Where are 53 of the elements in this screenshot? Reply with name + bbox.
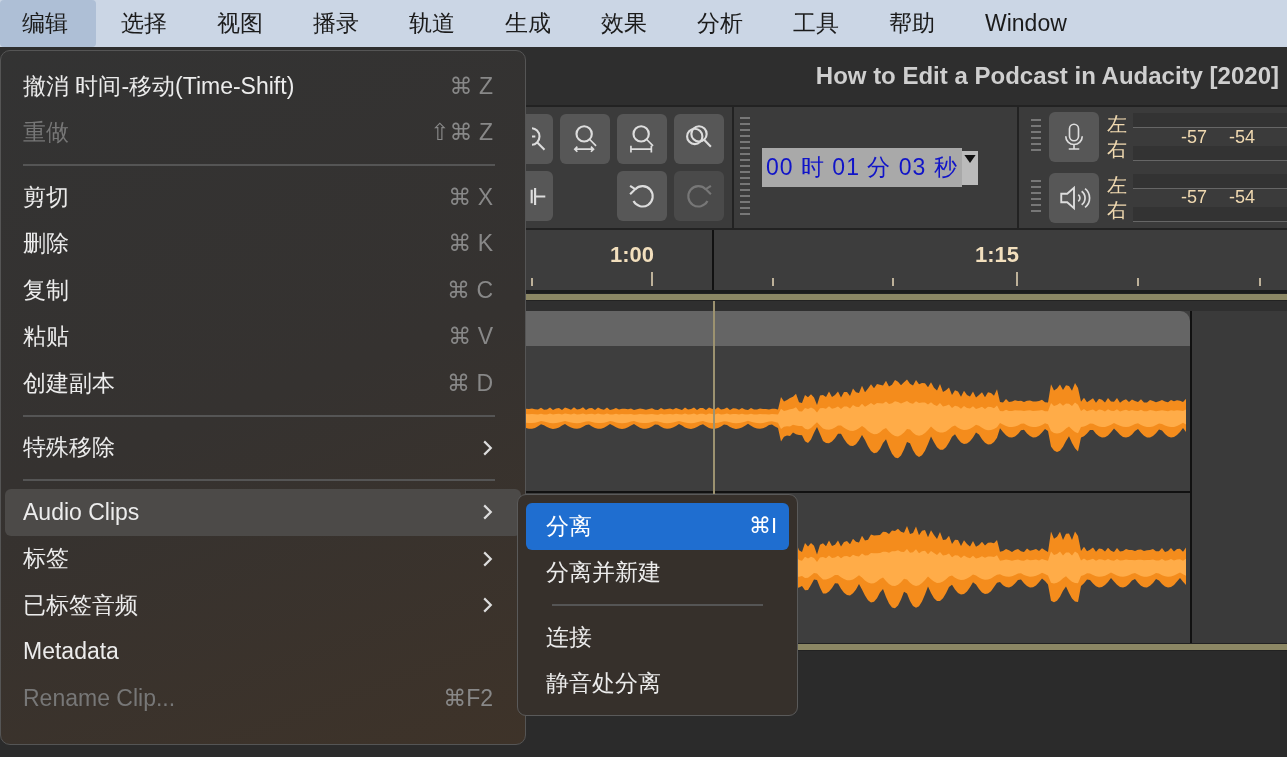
menu-bar-item[interactable]: 效果 bbox=[576, 0, 672, 47]
menu-bar-item[interactable]: 播录 bbox=[288, 0, 384, 47]
menu-item[interactable]: 分离 ⌘I bbox=[526, 503, 789, 550]
menu-item[interactable]: 静音处分离 bbox=[526, 660, 789, 707]
menu-item[interactable]: 已标签音频 bbox=[5, 582, 521, 629]
menu-bar-item[interactable]: 编辑 bbox=[0, 0, 96, 47]
ruler-time-label: 1:15 bbox=[975, 242, 1020, 268]
menu-item[interactable]: 粘贴 ⌘ V bbox=[5, 313, 521, 360]
menu-bar-item[interactable]: Window bbox=[960, 0, 1092, 47]
undo-button[interactable] bbox=[617, 171, 667, 221]
trim-icon bbox=[530, 186, 547, 206]
dropdown-arrow-icon bbox=[963, 154, 976, 164]
channel-label: 右 bbox=[1107, 197, 1127, 223]
menu-item[interactable]: 分离并新建 bbox=[526, 549, 789, 596]
menu-item[interactable]: 标签 bbox=[5, 535, 521, 582]
shortcut-label: ⌘ X bbox=[448, 183, 493, 211]
menu-bar-item[interactable]: 选择 bbox=[96, 0, 192, 47]
menu-item[interactable]: 撤消 时间-移动(Time-Shift) ⌘ Z bbox=[5, 63, 521, 110]
menu-bar-item[interactable]: 视图 bbox=[192, 0, 288, 47]
menu-bar-item[interactable]: 帮助 bbox=[864, 0, 960, 47]
play-meter-button[interactable] bbox=[1049, 172, 1099, 223]
menu-bar-item[interactable]: 轨道 bbox=[384, 0, 480, 47]
window-title: How to Edit a Podcast in Audacity [2020] bbox=[815, 62, 1279, 90]
meter-scale-label: -54 bbox=[1229, 126, 1256, 148]
fit-project-button[interactable] bbox=[617, 114, 667, 164]
zoom-toggle-button[interactable] bbox=[674, 114, 724, 164]
shortcut-label: ⌘ Z bbox=[449, 72, 493, 100]
menu-item[interactable]: 连接 bbox=[526, 614, 789, 661]
menu-item[interactable]: 剪切 ⌘ X bbox=[5, 174, 521, 221]
channel-label: 左 bbox=[1107, 112, 1127, 138]
time-display: 00 时 01 分 03 秒 bbox=[762, 148, 962, 187]
meter-scale-label: -57 bbox=[1181, 126, 1207, 148]
shortcut-label: ⇧⌘ Z bbox=[430, 119, 493, 147]
record-meter-button[interactable] bbox=[1049, 112, 1099, 163]
menu-bar-item[interactable]: 工具 bbox=[768, 0, 864, 47]
menu-item[interactable]: 创建副本 ⌘ D bbox=[5, 360, 521, 407]
shortcut-label: ⌘F2 bbox=[443, 684, 493, 712]
menu-bar-item[interactable]: 分析 bbox=[672, 0, 768, 47]
zoom-in-icon bbox=[532, 126, 547, 152]
fit-selection-button[interactable] bbox=[560, 114, 610, 164]
menu-bar-item[interactable]: 生成 bbox=[480, 0, 576, 47]
menu-item[interactable]: 特殊移除 bbox=[5, 424, 521, 471]
menu-item[interactable]: Audio Clips bbox=[5, 489, 521, 536]
shortcut-label: ⌘ V bbox=[448, 323, 493, 351]
menu-item[interactable]: Metadata bbox=[5, 628, 521, 675]
meter-scale-label: -57 bbox=[1181, 187, 1207, 209]
shortcut-label: ⌘ D bbox=[447, 369, 493, 397]
ruler-time-label: 1:00 bbox=[610, 242, 655, 268]
channel-label: 左 bbox=[1107, 172, 1127, 198]
shortcut-label: ⌘ K bbox=[448, 230, 493, 258]
channel-label: 右 bbox=[1107, 137, 1127, 163]
meter-scale-label: -54 bbox=[1229, 187, 1256, 209]
shortcut-label: ⌘I bbox=[748, 513, 777, 540]
